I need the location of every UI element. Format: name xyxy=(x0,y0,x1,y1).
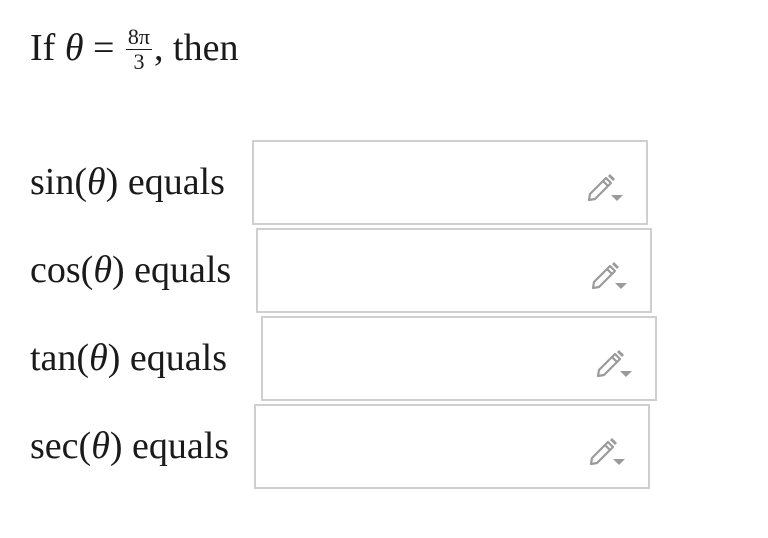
sec-row: sec(θ) equals xyxy=(30,404,660,492)
tan-answer-input[interactable] xyxy=(261,316,657,401)
pencil-dropdown-icon[interactable] xyxy=(593,344,633,380)
pencil-dropdown-icon[interactable] xyxy=(584,168,624,204)
sin-row: sin(θ) equals xyxy=(30,140,660,228)
pencil-dropdown-icon[interactable] xyxy=(588,256,628,292)
pencil-dropdown-icon[interactable] xyxy=(586,432,626,468)
tan-label: tan(θ) equals xyxy=(30,337,227,379)
sec-label: sec(θ) equals xyxy=(30,425,230,467)
sec-answer-input[interactable] xyxy=(254,404,650,489)
theta-symbol: θ xyxy=(64,27,84,69)
cos-answer-input[interactable] xyxy=(256,228,652,313)
question-prompt: If θ = 8π 3, then xyxy=(30,23,239,75)
cos-label: cos(θ) equals xyxy=(30,249,232,291)
prompt-prefix: If xyxy=(30,27,65,69)
fraction-numerator: 8π xyxy=(125,23,153,50)
equals-sign: = xyxy=(83,27,124,69)
angle-fraction: 8π 3 xyxy=(125,23,153,74)
fraction-denominator: 3 xyxy=(133,48,145,74)
cos-row: cos(θ) equals xyxy=(30,228,660,316)
sin-label: sin(θ) equals xyxy=(30,161,225,203)
sin-answer-input[interactable] xyxy=(252,140,648,225)
tan-row: tan(θ) equals xyxy=(30,316,665,404)
prompt-suffix: , then xyxy=(154,27,239,69)
